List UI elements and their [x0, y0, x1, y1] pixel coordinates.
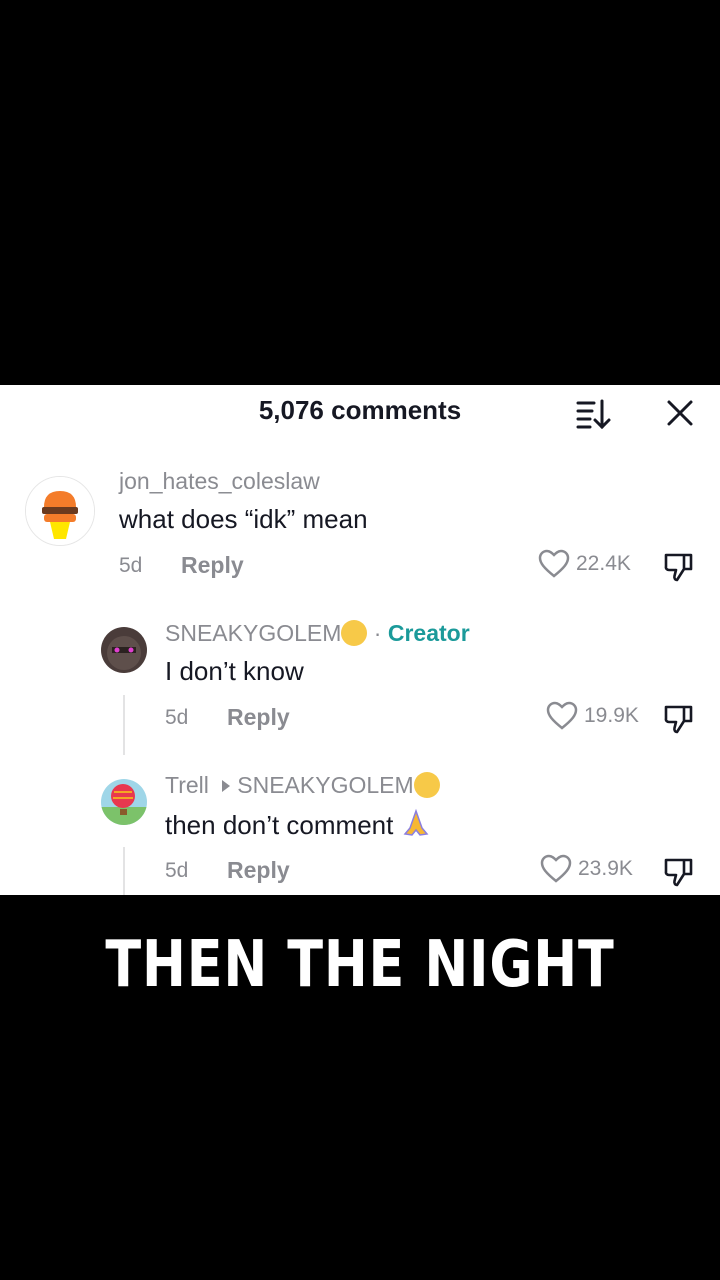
comment-username[interactable]: Trell: [165, 772, 209, 798]
avatar[interactable]: [25, 476, 95, 546]
folded-hands-emoji-icon: [403, 808, 429, 836]
thread-line: [123, 847, 125, 895]
video-caption: THEN THE NIGHT: [105, 928, 615, 1002]
balloon-avatar-icon: [101, 779, 147, 825]
comments-panel: 5,076 comments jon_hates_coleslaw what d…: [0, 385, 720, 895]
comment-username[interactable]: jon_hates_coleslaw: [119, 468, 320, 495]
dislike-button[interactable]: [662, 701, 696, 735]
comment-text: I don’t know: [165, 656, 304, 686]
close-button[interactable]: [662, 397, 698, 431]
separator: ·: [373, 620, 382, 646]
shushing-face-emoji-icon: [413, 772, 440, 798]
comment-text-row: then don’t comment: [165, 808, 431, 841]
golem-avatar-icon: [101, 627, 147, 673]
reply-to-username[interactable]: SNEAKYGOLEM: [237, 772, 413, 798]
avatar[interactable]: [101, 779, 147, 825]
like-button[interactable]: 19.9K: [546, 701, 639, 731]
comment-text: then don’t comment: [165, 810, 394, 840]
reply-button[interactable]: Reply: [227, 704, 290, 731]
creator-badge: Creator: [387, 620, 470, 646]
burger-avatar-icon: [26, 477, 94, 545]
comment-username[interactable]: SNEAKYGOLEM: [165, 620, 341, 646]
dislike-button[interactable]: [662, 549, 696, 583]
like-button[interactable]: 23.9K: [540, 854, 633, 884]
reply-button[interactable]: Reply: [227, 857, 290, 884]
heart-icon: [546, 701, 578, 730]
comment-username-row: SNEAKYGOLEM · Creator: [165, 620, 470, 647]
heart-icon: [540, 854, 572, 883]
like-button[interactable]: 22.4K: [538, 549, 631, 579]
like-count: 23.9K: [578, 857, 633, 880]
comment-text: what does “idk” mean: [119, 504, 368, 534]
reply-arrow-icon: [222, 780, 231, 792]
dislike-button[interactable]: [662, 854, 696, 888]
heart-icon: [538, 549, 570, 578]
close-icon: [667, 400, 693, 426]
thumbs-down-icon: [664, 858, 693, 887]
avatar[interactable]: [101, 627, 147, 673]
thumbs-down-icon: [664, 705, 693, 734]
comment-age: 5d: [165, 859, 189, 882]
comment-username-row: Trell SNEAKYGOLEM: [165, 772, 440, 799]
thumbs-down-icon: [664, 553, 693, 582]
comment-age: 5d: [165, 706, 189, 729]
sort-button[interactable]: [574, 397, 614, 431]
shushing-face-emoji-icon: [341, 620, 368, 646]
comment-age: 5d: [119, 554, 143, 577]
like-count: 19.9K: [584, 704, 639, 727]
reply-button[interactable]: Reply: [181, 552, 244, 579]
like-count: 22.4K: [576, 552, 631, 575]
sort-icon: [576, 399, 611, 430]
thread-line: [123, 695, 125, 755]
